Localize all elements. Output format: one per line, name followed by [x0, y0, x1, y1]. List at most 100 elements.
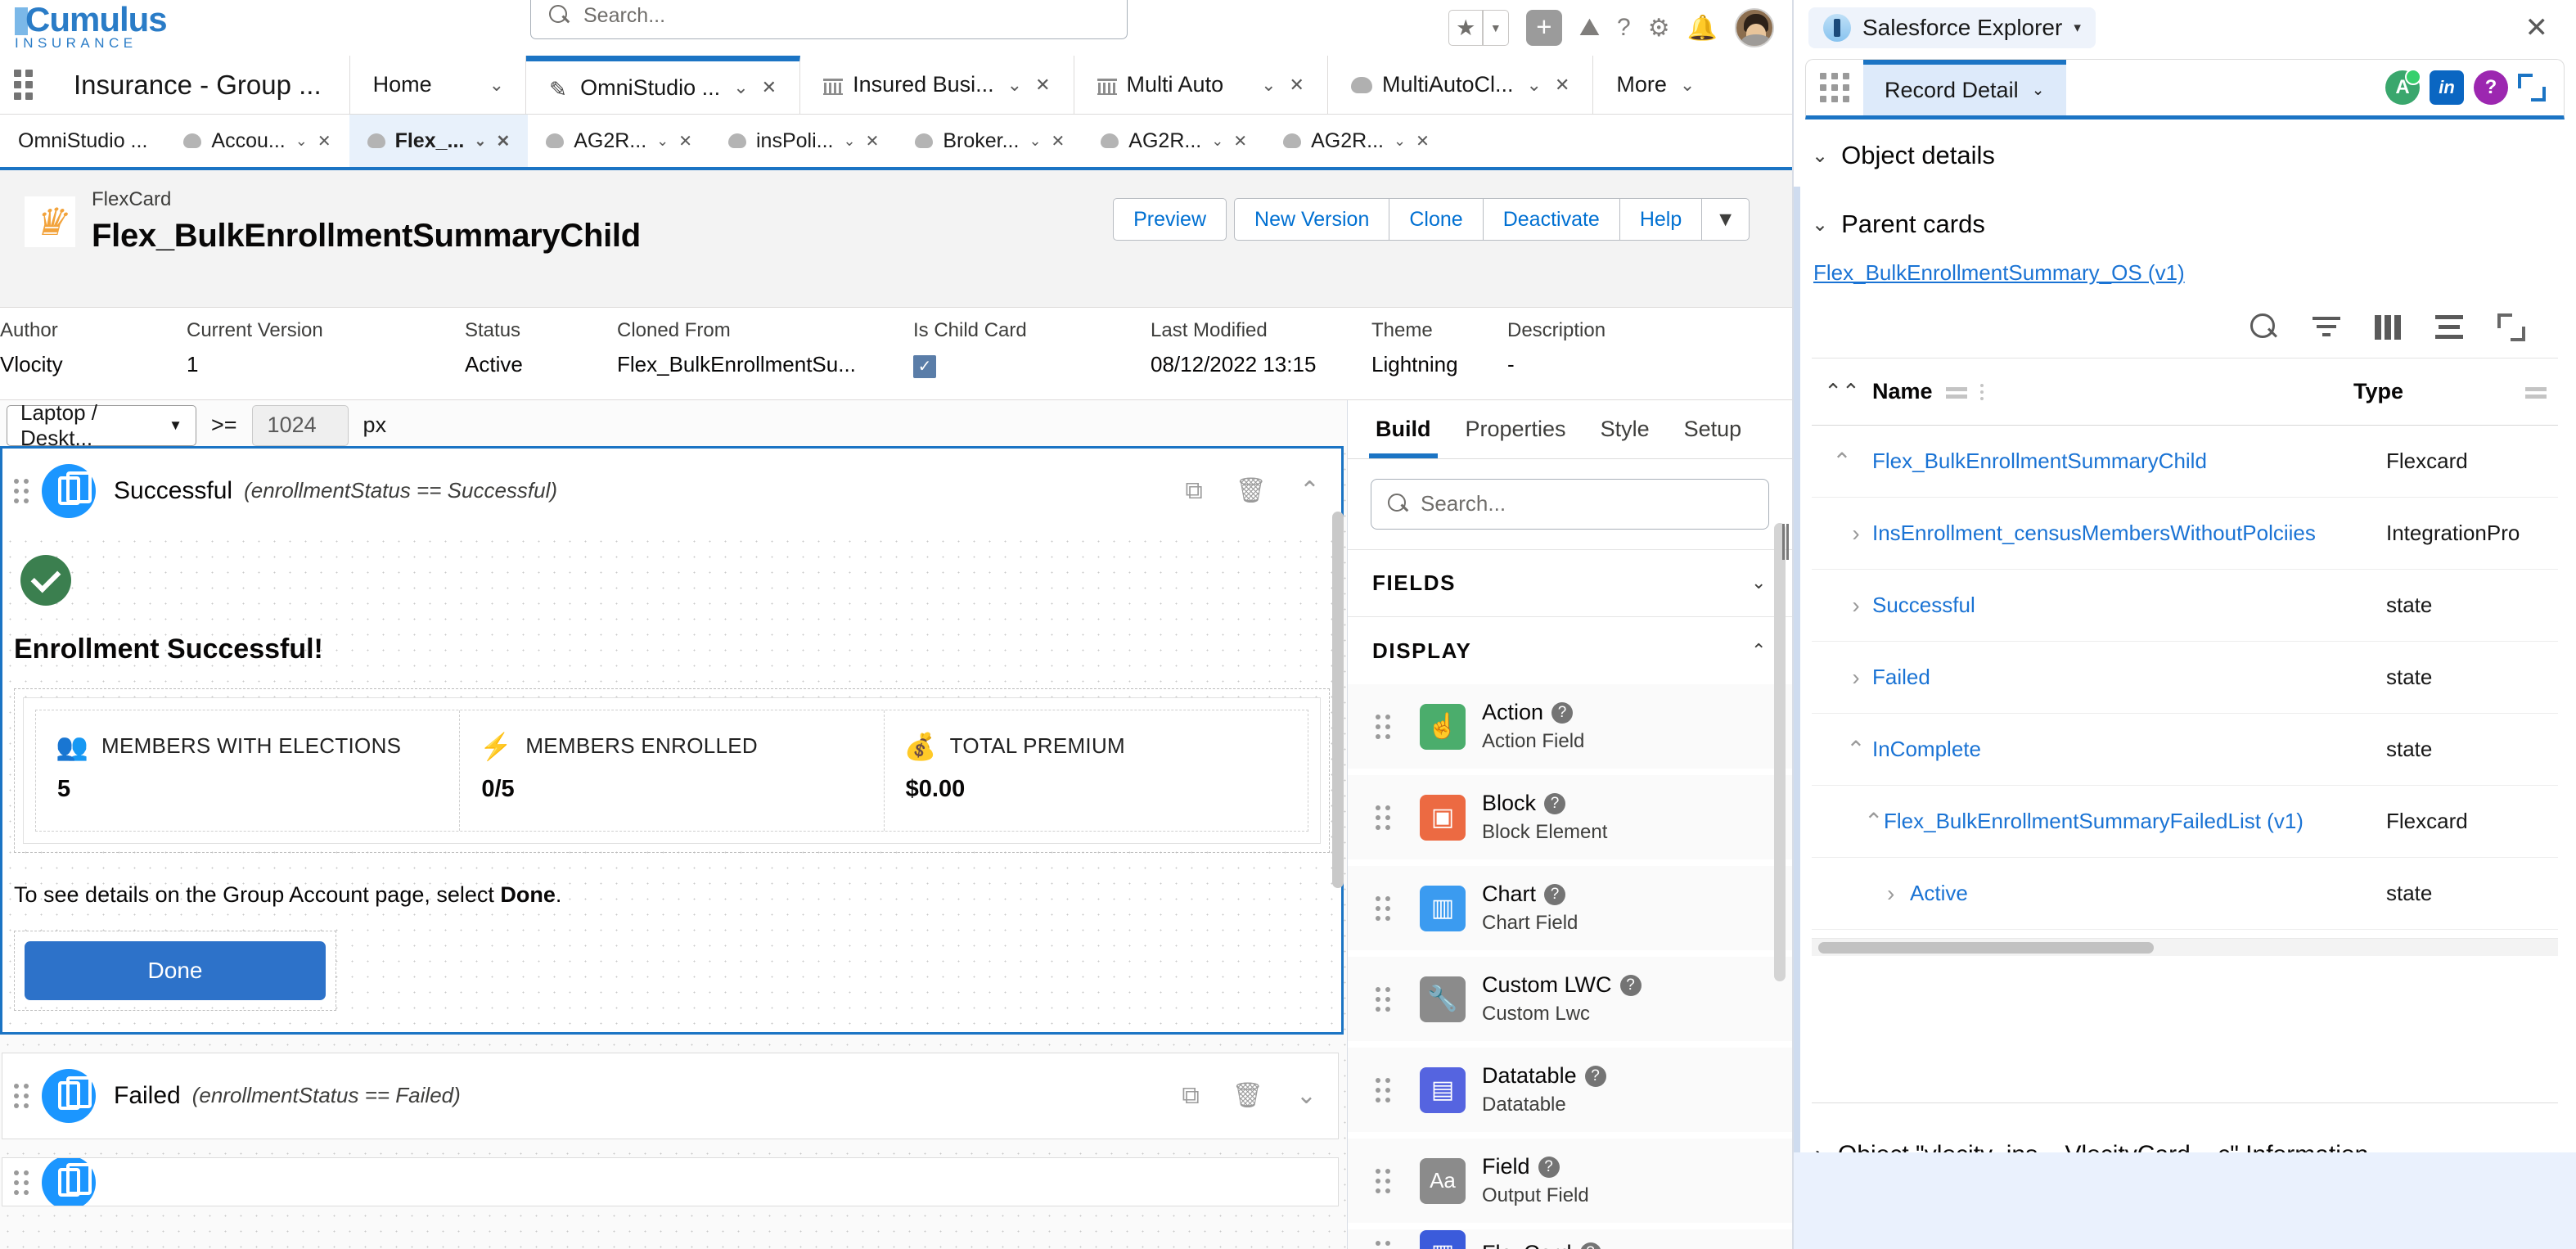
chevron-right-icon[interactable]: ›: [1812, 521, 1872, 547]
new-version-button[interactable]: New Version: [1234, 198, 1390, 241]
nav-tab-home[interactable]: Home ⌄: [350, 56, 527, 114]
chevron-up-icon[interactable]: ⌃: [1812, 808, 1883, 835]
help-icon[interactable]: ?: [2474, 70, 2508, 105]
tab-build[interactable]: Build: [1369, 399, 1437, 458]
clone-state-icon[interactable]: ⧉: [1185, 477, 1202, 505]
state-card-failed[interactable]: Failed (enrollmentStatus == Failed) ⧉ 🗑 …: [2, 1052, 1339, 1139]
chevron-right-icon[interactable]: ›: [1812, 665, 1872, 691]
drag-handle-icon[interactable]: [14, 478, 29, 503]
close-icon[interactable]: ✕: [1233, 131, 1247, 151]
help-icon[interactable]: ?: [1619, 974, 1642, 996]
tab-properties[interactable]: Properties: [1466, 399, 1566, 458]
close-icon[interactable]: ✕: [678, 131, 692, 151]
help-button[interactable]: Help: [1619, 198, 1703, 241]
chevron-up-icon[interactable]: ⌃: [1299, 476, 1320, 505]
canvas-scrollbar[interactable]: [1332, 511, 1344, 888]
table-horizontal-scrollbar[interactable]: [1812, 938, 2558, 956]
sub-tab-ag2r-2[interactable]: AG2R... ⌄ ✕: [1083, 115, 1265, 167]
favorites-caret-icon[interactable]: ▼: [1484, 21, 1508, 34]
viewport-device-select[interactable]: Laptop / Deskt... ▼: [7, 400, 196, 450]
sub-tab-flex[interactable]: Flex_... ⌄ ✕: [349, 115, 529, 167]
chevron-down-icon[interactable]: ⌄: [1751, 572, 1768, 593]
done-button[interactable]: Done: [25, 940, 326, 1000]
explorer-app-pill[interactable]: Salesforce Explorer ▾: [1808, 7, 2096, 48]
preview-button[interactable]: Preview: [1113, 198, 1227, 241]
help-icon[interactable]: ?: [1617, 14, 1631, 42]
drag-handle-icon[interactable]: [14, 1170, 29, 1195]
double-chevron-up-icon[interactable]: ⌃⌃: [1812, 379, 1872, 404]
table-row[interactable]: › Failed state: [1812, 642, 2558, 714]
drag-handle-icon[interactable]: [1376, 895, 1390, 921]
chevron-right-icon[interactable]: ›: [1812, 881, 1894, 907]
panel-resize-strip[interactable]: [1794, 187, 1800, 1249]
setup-gear-icon[interactable]: ⚙: [1648, 14, 1670, 43]
clone-state-icon[interactable]: ⧉: [1182, 1082, 1199, 1110]
viewport-width-input[interactable]: 1024: [251, 404, 349, 446]
chevron-down-icon[interactable]: ⌄: [474, 133, 486, 150]
fullscreen-icon[interactable]: [2497, 313, 2525, 341]
columns-icon[interactable]: [2375, 315, 2401, 340]
chevron-down-icon[interactable]: ⌄: [1007, 74, 1022, 96]
drag-handle-icon[interactable]: [1376, 1077, 1390, 1102]
help-icon[interactable]: ?: [1544, 883, 1566, 905]
column-resize-grip[interactable]: [2525, 385, 2547, 399]
chevron-down-icon[interactable]: ⌄: [1394, 133, 1406, 150]
chevron-down-icon[interactable]: ⌄: [2032, 81, 2045, 100]
chevron-down-icon[interactable]: ⌄: [1680, 74, 1695, 96]
explorer-tab-record-detail[interactable]: Record Detail ⌄: [1863, 60, 2066, 115]
state-card-successful[interactable]: Successful (enrollmentStatus == Successf…: [0, 445, 1344, 1035]
sub-tab-omnistudio[interactable]: OmniStudio ...: [0, 115, 165, 167]
column-resize-grip[interactable]: [1945, 385, 1967, 399]
tab-setup[interactable]: Setup: [1684, 399, 1742, 458]
table-row[interactable]: ⌃ Flex_BulkEnrollmentSummaryChild Flexca…: [1812, 426, 2558, 498]
parent-card-link[interactable]: Flex_BulkEnrollmentSummary_OS (v1): [1813, 260, 2558, 286]
table-row[interactable]: ⌃ InComplete state: [1812, 714, 2558, 786]
nav-tab-more[interactable]: More ⌄: [1593, 56, 1718, 114]
sub-tab-broker[interactable]: Broker... ⌄ ✕: [897, 115, 1083, 167]
tab-style[interactable]: Style: [1601, 399, 1650, 458]
palette-item-datatable[interactable]: ▤ Datatable? Datatable: [1348, 1048, 1792, 1133]
row-height-icon[interactable]: [2435, 315, 2463, 340]
user-avatar[interactable]: [1735, 8, 1774, 47]
build-search-input[interactable]: Search...: [1371, 478, 1769, 530]
drag-handle-icon[interactable]: [1376, 1241, 1390, 1249]
app-launcher-cloud-icon[interactable]: ⛰: [1579, 14, 1600, 42]
kpi-block-wrapper[interactable]: 👥 MEMBERS WITH ELECTIONS 5 ⚡ MEMBERS ENR…: [14, 688, 1330, 853]
help-icon[interactable]: ?: [1551, 701, 1574, 724]
drag-handle-icon[interactable]: [1376, 1168, 1390, 1193]
chevron-down-icon[interactable]: ⌄: [1296, 1081, 1317, 1110]
chevron-down-icon[interactable]: ⌄: [1812, 144, 1828, 168]
help-icon[interactable]: ?: [1544, 792, 1566, 814]
palette-item-block[interactable]: ▣ Block? Block Element: [1348, 775, 1792, 860]
build-panel-scrollbar[interactable]: [1774, 522, 1786, 981]
nav-tab-multi-auto[interactable]: Multi Auto ⌄ ✕: [1074, 56, 1328, 114]
panel-drag-handle-icon[interactable]: [1782, 524, 1789, 560]
more-actions-caret-icon[interactable]: ▼: [1701, 198, 1750, 241]
nav-tab-multiautocl[interactable]: MultiAutoCl... ⌄ ✕: [1328, 56, 1594, 114]
agent-avatar-icon[interactable]: A: [2385, 69, 2421, 105]
filter-icon[interactable]: [2313, 317, 2340, 338]
chevron-down-icon[interactable]: ⌄: [489, 74, 504, 96]
table-row[interactable]: › Active state: [1812, 858, 2558, 930]
chevron-up-icon[interactable]: ⌃: [1812, 736, 1872, 763]
chevron-right-icon[interactable]: ›: [1812, 593, 1872, 619]
new-item-icon[interactable]: +: [1525, 10, 1562, 46]
help-icon[interactable]: ?: [1579, 1242, 1601, 1249]
chevron-down-icon[interactable]: ▾: [2074, 20, 2081, 36]
palette-item-action[interactable]: ☝ Action? Action Field: [1348, 684, 1792, 769]
favorites-group[interactable]: ★ ▼: [1448, 10, 1509, 46]
table-row[interactable]: › Successful state: [1812, 570, 2558, 642]
chevron-down-icon[interactable]: ⌄: [1029, 133, 1041, 150]
search-icon[interactable]: [2250, 313, 2278, 341]
close-icon[interactable]: ✕: [1290, 74, 1304, 96]
chevron-down-icon[interactable]: ⌄: [1812, 213, 1828, 237]
chevron-down-icon[interactable]: ⌄: [1211, 133, 1223, 150]
close-icon[interactable]: ✕: [1416, 131, 1430, 151]
linkedin-icon[interactable]: in: [2430, 70, 2464, 105]
explorer-waffle-icon[interactable]: [1806, 73, 1863, 102]
state-header-failed[interactable]: Failed (enrollmentStatus == Failed) ⧉ 🗑 …: [2, 1053, 1338, 1139]
kpi-members-enrolled[interactable]: ⚡ MEMBERS ENROLLED 0/5: [460, 710, 885, 831]
kpi-members-with-elections[interactable]: 👥 MEMBERS WITH ELECTIONS 5: [36, 710, 461, 831]
chevron-down-icon[interactable]: ⌄: [1527, 74, 1542, 96]
delete-state-icon[interactable]: 🗑: [1236, 476, 1267, 505]
